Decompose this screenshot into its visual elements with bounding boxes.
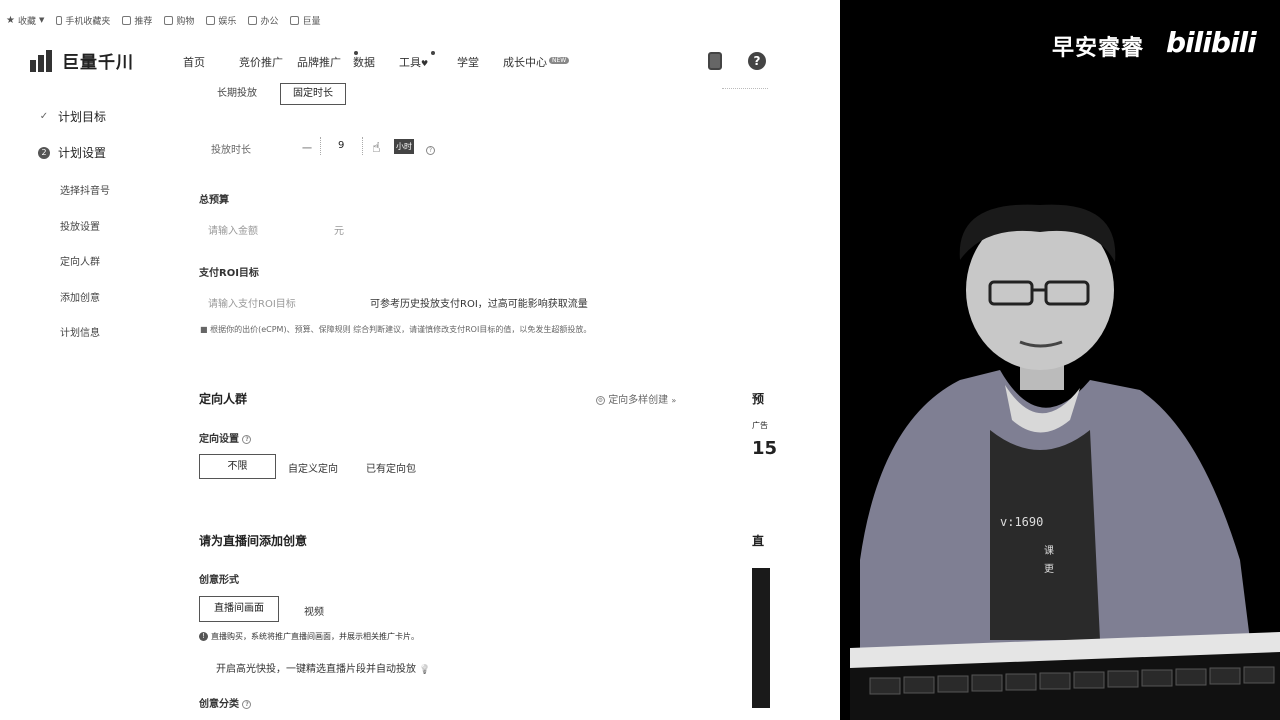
logo-mark-icon <box>30 49 56 72</box>
targeting-setting-label: 定向设置 ? <box>199 430 252 445</box>
nav-data[interactable]: 数据 <box>353 54 399 70</box>
logo[interactable]: 巨量千川 <box>30 48 134 73</box>
step-number-badge: 2 <box>38 146 50 159</box>
targeting-unlimited[interactable]: 不限 <box>199 454 276 479</box>
nav-home[interactable]: 首页 <box>183 54 239 70</box>
divider <box>722 88 768 89</box>
roi-input[interactable]: 请输入支付ROI目标 <box>208 295 296 310</box>
substep-add-creative[interactable]: 添加创意 <box>60 289 100 304</box>
browser-window: ★ 收藏 ▼ 手机收藏夹 推荐 购物 娱乐 办公 巨量 巨量千川 首页 竞价推广… <box>0 0 840 720</box>
estimate-panel-title: 预 <box>752 392 765 406</box>
divider <box>362 137 363 155</box>
chevron-down-icon: ♥ <box>421 59 429 68</box>
new-badge: NEW <box>549 57 570 64</box>
folder-icon <box>206 15 216 25</box>
targeting-existing-package[interactable]: 已有定向包 <box>366 460 416 475</box>
substep-select-account[interactable]: 选择抖音号 <box>60 182 110 197</box>
creative-info: ! 直播购买，系统将推广直播间画面，并展示相关推广卡片。 <box>199 631 419 642</box>
bilibili-logo: bilibili <box>1166 26 1257 59</box>
nav-growth[interactable]: 成长中心 NEW <box>503 54 583 70</box>
nav-tools[interactable]: 工具♥ <box>399 51 457 70</box>
option-long-term[interactable]: 长期投放 <box>204 83 270 105</box>
lightbulb-icon: 💡 <box>419 665 431 675</box>
preview-panel-title: 直 <box>752 534 765 548</box>
creative-video[interactable]: 视频 <box>304 603 324 618</box>
nav-bidding[interactable]: 竞价推广 <box>239 54 297 70</box>
bookmark-shopping[interactable]: 购物 <box>164 14 194 27</box>
duration-hours-input[interactable]: 9 <box>338 140 344 151</box>
multi-targeting-link[interactable]: ⚙ 定向多样创建 » <box>596 391 676 406</box>
substep-plan-info[interactable]: 计划信息 <box>60 324 100 339</box>
bookmark-recommend[interactable]: 推荐 <box>122 14 152 27</box>
presenter-figure <box>840 0 1280 720</box>
screen-text-2: 更 <box>1044 564 1054 575</box>
bookmarks-bar: ★ 收藏 ▼ 手机收藏夹 推荐 购物 娱乐 办公 巨量 <box>0 0 840 40</box>
budget-label: 总预算 <box>199 195 229 206</box>
new-dot-icon <box>431 51 435 55</box>
roi-note: ■ 根据你的出价(eCPM)、预算、保障规则 综合判断建议，请谨慎修改支付ROI… <box>200 325 592 334</box>
preview-thumbnail <box>752 568 770 708</box>
folder-icon <box>290 15 300 25</box>
plan-settings-form: 长期投放 固定时长 投放时长 一 9 ☝ 小时 ? 总预算 请输入金额 元 支付… <box>180 82 768 720</box>
duration-prefix: 一 <box>302 144 312 155</box>
top-header: 巨量千川 首页 竞价推广 品牌推广 数据 工具♥ 学堂 成长中心 NEW ? <box>0 40 840 82</box>
main-nav: 首页 竞价推广 品牌推广 数据 工具♥ 学堂 成长中心 NEW <box>183 51 583 70</box>
option-fixed-duration[interactable]: 固定时长 <box>280 83 346 105</box>
bookmark-entertainment[interactable]: 娱乐 <box>206 14 236 27</box>
star-icon: ★ <box>6 14 15 26</box>
gear-icon: ⚙ <box>596 395 605 405</box>
estimate-panel-sub: 广告 <box>752 421 768 430</box>
duration-label: 投放时长 <box>211 145 251 156</box>
caret-down-icon: ▼ <box>38 16 45 24</box>
contact-text: v:1690 <box>1000 515 1044 529</box>
creative-section-title: 请为直播间添加创意 <box>199 534 308 548</box>
creative-form-label: 创意形式 <box>199 575 239 586</box>
substep-targeting[interactable]: 定向人群 <box>60 253 100 268</box>
targeting-custom[interactable]: 自定义定向 <box>288 460 338 475</box>
mobile-icon[interactable] <box>708 52 722 70</box>
chevron-right-icon: » <box>671 396 677 405</box>
creative-category-label: 创意分类 ? <box>199 695 252 710</box>
nav-academy[interactable]: 学堂 <box>457 54 503 70</box>
bookmark-mobile[interactable]: 手机收藏夹 <box>56 14 110 27</box>
presenter-video: 早安睿睿 bilibili v:1690 课 更 <box>840 0 1280 720</box>
help-icon[interactable]: ? <box>748 52 766 70</box>
creative-live-screen[interactable]: 直播间画面 <box>199 596 279 622</box>
budget-input[interactable]: 请输入金额 <box>208 222 258 237</box>
bookmark-favorites[interactable]: ★ 收藏 ▼ <box>6 14 44 27</box>
estimate-panel-number: 15 <box>752 438 778 459</box>
duration-unit: 小时 <box>394 139 414 154</box>
folder-icon <box>248 15 258 25</box>
channel-watermark: 早安睿睿 <box>1052 36 1145 61</box>
logo-text: 巨量千川 <box>62 53 134 73</box>
step-plan-settings[interactable]: 2 计划设置 <box>38 144 106 161</box>
nav-brand[interactable]: 品牌推广 <box>297 51 358 70</box>
screen-text-1: 课 <box>1044 546 1054 557</box>
phone-icon <box>56 15 63 25</box>
bookmark-juliang[interactable]: 巨量 <box>290 14 320 27</box>
question-icon[interactable]: ? <box>426 146 435 155</box>
question-icon[interactable]: ? <box>242 434 252 444</box>
budget-unit: 元 <box>334 226 344 237</box>
roi-hint: 可参考历史投放支付ROI，过高可能影响获取流量 <box>370 299 588 310</box>
bookmark-office[interactable]: 办公 <box>248 14 278 27</box>
info-icon: ! <box>199 632 208 641</box>
warning-icon: ■ <box>200 325 211 334</box>
roi-label: 支付ROI目标 <box>199 268 259 279</box>
question-icon[interactable]: ? <box>242 699 252 709</box>
divider <box>320 137 321 155</box>
quick-delivery-text: 开启高光快投，一键精选直播片段并自动投放 💡 <box>216 664 431 675</box>
folder-icon <box>164 15 174 25</box>
check-icon: ✓ <box>39 111 49 122</box>
folder-icon <box>122 15 132 25</box>
hand-pointer-icon: ☝ <box>372 140 381 156</box>
substep-delivery-settings[interactable]: 投放设置 <box>60 218 100 233</box>
targeting-section-title: 定向人群 <box>199 392 248 406</box>
step-plan-goal[interactable]: ✓ 计划目标 <box>38 108 106 125</box>
